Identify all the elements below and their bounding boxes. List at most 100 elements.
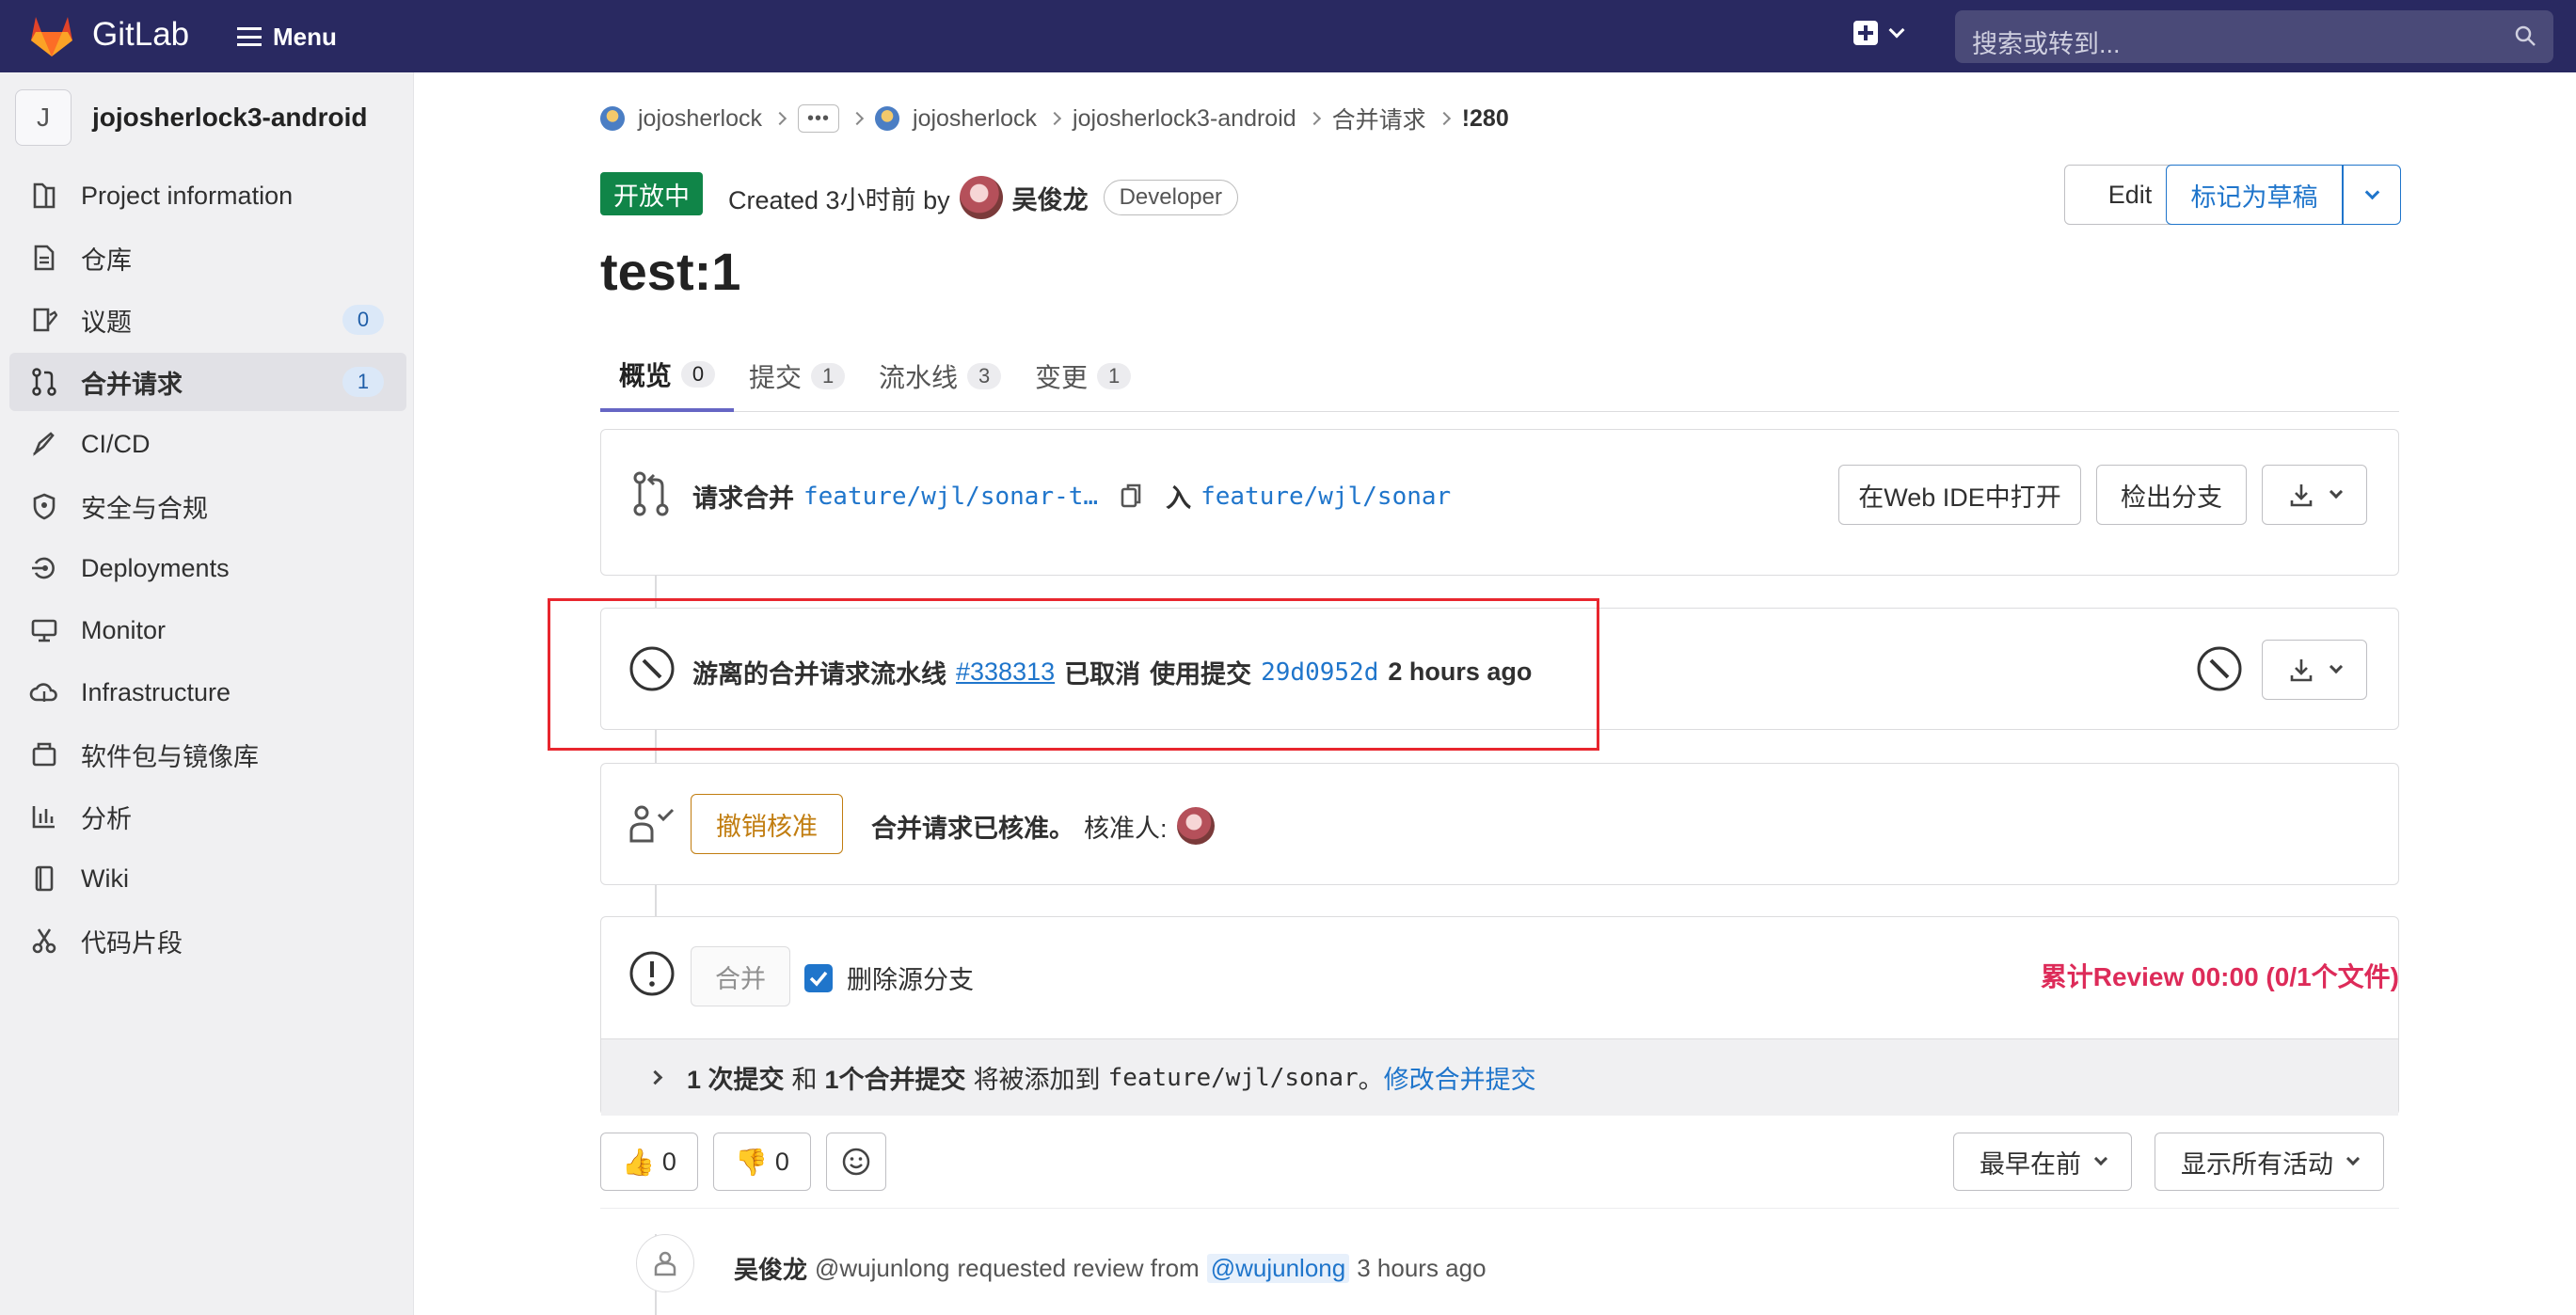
group-avatar-icon (875, 106, 900, 131)
thumbs-up-button[interactable]: 👍 0 (600, 1133, 698, 1191)
checkout-branch-button[interactable]: 检出分支 (2096, 465, 2247, 525)
timeline-connector (655, 884, 657, 916)
mark-as-draft-button[interactable]: 标记为草稿 (2166, 165, 2343, 225)
sidebar-item-repository[interactable]: 仓库 (9, 229, 406, 287)
download-icon (2290, 659, 2313, 682)
tab-pipelines[interactable]: 流水线 3 (879, 341, 1002, 412)
sidebar-item-security[interactable]: 安全与合规 (9, 477, 406, 535)
sidebar-item-infrastructure[interactable]: Infrastructure (9, 663, 406, 721)
open-in-web-ide-button[interactable]: 在Web IDE中打开 (1838, 465, 2081, 525)
sidebar-item-merge-requests[interactable]: 合并请求 1 (9, 353, 406, 411)
create-new-button[interactable] (1853, 21, 1905, 45)
download-icon (2290, 484, 2313, 507)
tab-commits[interactable]: 提交 1 (749, 341, 846, 412)
chevron-right-icon (850, 111, 865, 126)
sidebar-item-label: 代码片段 (81, 928, 183, 958)
thumbs-down-button[interactable]: 👎 0 (713, 1133, 811, 1191)
chevron-right-icon[interactable] (647, 1069, 663, 1085)
canceled-status-icon[interactable] (2196, 645, 2243, 692)
into-label: 入 (1166, 484, 1192, 513)
sidebar-item-label: 议题 (81, 308, 132, 337)
sidebar-item-ci-cd[interactable]: CI/CD (9, 415, 406, 473)
delete-source-branch-option[interactable]: 删除源分支 (803, 959, 974, 996)
sidebar-item-label: 仓库 (81, 246, 132, 275)
author-link[interactable]: 吴俊龙 (1012, 180, 1089, 216)
search-placeholder: 搜索或转到... (1972, 30, 2121, 58)
project-header[interactable]: J jojosherlock3-android (15, 89, 368, 146)
approved-text: 合并请求已核准。 (871, 814, 1074, 843)
breadcrumb-current[interactable]: !280 (1462, 105, 1509, 133)
breadcrumb-item[interactable]: jojosherlock3-android (1073, 105, 1296, 133)
period-text: 。 (1358, 1066, 1384, 1094)
sidebar-item-monitor[interactable]: Monitor (9, 601, 406, 659)
modify-merge-commit-link[interactable]: 修改合并提交 (1384, 1059, 1536, 1096)
sidebar-item-packages[interactable]: 软件包与镜像库 (9, 725, 406, 784)
breadcrumb-item[interactable]: jojosherlock (913, 105, 1037, 133)
target-branch-link[interactable]: feature/wjl/sonar (1201, 483, 1451, 511)
sidebar-item-label: Infrastructure (81, 677, 231, 706)
gitlab-logo-icon[interactable] (28, 13, 75, 58)
pipeline-artifacts-dropdown[interactable] (2262, 640, 2367, 700)
highlight-box (548, 598, 1599, 751)
merge-requests-count-badge: 1 (342, 367, 384, 397)
chevron-down-icon (1888, 22, 1905, 39)
top-navbar: GitLab Menu 搜索或转到... (0, 0, 2576, 72)
tab-label: 提交 (749, 363, 803, 392)
copy-icon[interactable] (1119, 482, 1145, 512)
approval-status-line: 合并请求已核准。 核准人: (871, 807, 1215, 845)
source-branch-link[interactable]: feature/wjl/sonar-t… (803, 483, 1098, 511)
sort-label: 最早在前 (1980, 1149, 2081, 1179)
merge-commit-count-text: 1个合并提交 (824, 1066, 966, 1094)
revoke-approval-button[interactable]: 撤销核准 (691, 794, 843, 854)
merge-request-icon (633, 471, 669, 516)
download-dropdown[interactable] (2262, 465, 2367, 525)
request-merge-label: 请求合并 (692, 484, 794, 513)
filter-label: 显示所有活动 (2181, 1149, 2333, 1179)
add-reaction-button[interactable] (826, 1133, 886, 1191)
activity-mention[interactable]: @wujunlong (1206, 1254, 1350, 1283)
activity-filter-dropdown[interactable]: 显示所有活动 (2155, 1133, 2384, 1191)
scissors-icon (28, 925, 60, 957)
breadcrumb: jojosherlock ••• jojosherlock jojosherlo… (600, 102, 1509, 135)
user-icon (654, 1251, 676, 1276)
sort-order-dropdown[interactable]: 最早在前 (1953, 1133, 2132, 1191)
avatar[interactable] (959, 176, 1003, 219)
sidebar-item-issues[interactable]: 议题 0 (9, 291, 406, 349)
sidebar-item-deployments[interactable]: Deployments (9, 539, 406, 597)
checkbox-checked-icon[interactable] (803, 963, 834, 993)
activity-author[interactable]: 吴俊龙 (734, 1251, 807, 1286)
merge-request-icon (28, 366, 60, 398)
avatar[interactable] (1176, 807, 1215, 845)
chevron-right-icon (772, 111, 787, 126)
breadcrumb-more-button[interactable]: ••• (798, 104, 840, 133)
chevron-down-icon (2345, 1151, 2361, 1166)
sidebar-item-label: 软件包与镜像库 (81, 742, 259, 771)
divider (600, 1208, 2399, 1209)
menu-button[interactable]: Menu (237, 21, 337, 53)
hamburger-icon (237, 27, 262, 46)
search-input[interactable]: 搜索或转到... (1955, 10, 2553, 63)
chevron-down-icon (2093, 1151, 2108, 1166)
activity-handle[interactable]: @wujunlong (815, 1254, 949, 1283)
menu-label: Menu (273, 22, 337, 51)
breadcrumb-item[interactable]: 合并请求 (1332, 102, 1426, 135)
sidebar-item-project-information[interactable]: Project information (9, 166, 406, 225)
page-title: test:1 (600, 242, 741, 301)
merge-button[interactable]: 合并 (691, 946, 790, 1006)
chart-icon (28, 800, 60, 832)
more-actions-dropdown[interactable] (2343, 165, 2401, 225)
tab-overview[interactable]: 概览 0 (600, 341, 734, 412)
tab-changes[interactable]: 变更 1 (1035, 341, 1132, 412)
sidebar-item-wiki[interactable]: Wiki (9, 849, 406, 908)
activity-text: requested review from (957, 1254, 1200, 1282)
sidebar-item-label: Wiki (81, 863, 129, 893)
activity-entry: 吴俊龙 @wujunlong requested review from @wu… (734, 1251, 1487, 1286)
brand-name[interactable]: GitLab (92, 16, 189, 54)
target-branch-name: feature/wjl/sonar (1107, 1063, 1359, 1092)
package-icon (28, 738, 60, 770)
sidebar-item-snippets[interactable]: 代码片段 (9, 911, 406, 970)
breadcrumb-item[interactable]: jojosherlock (638, 105, 762, 133)
and-text: 和 (791, 1066, 818, 1094)
commit-summary-strip[interactable]: 1 次提交 和 1个合并提交 将被添加到 feature/wjl/sonar 。… (601, 1038, 2398, 1116)
sidebar-item-analytics[interactable]: 分析 (9, 787, 406, 846)
